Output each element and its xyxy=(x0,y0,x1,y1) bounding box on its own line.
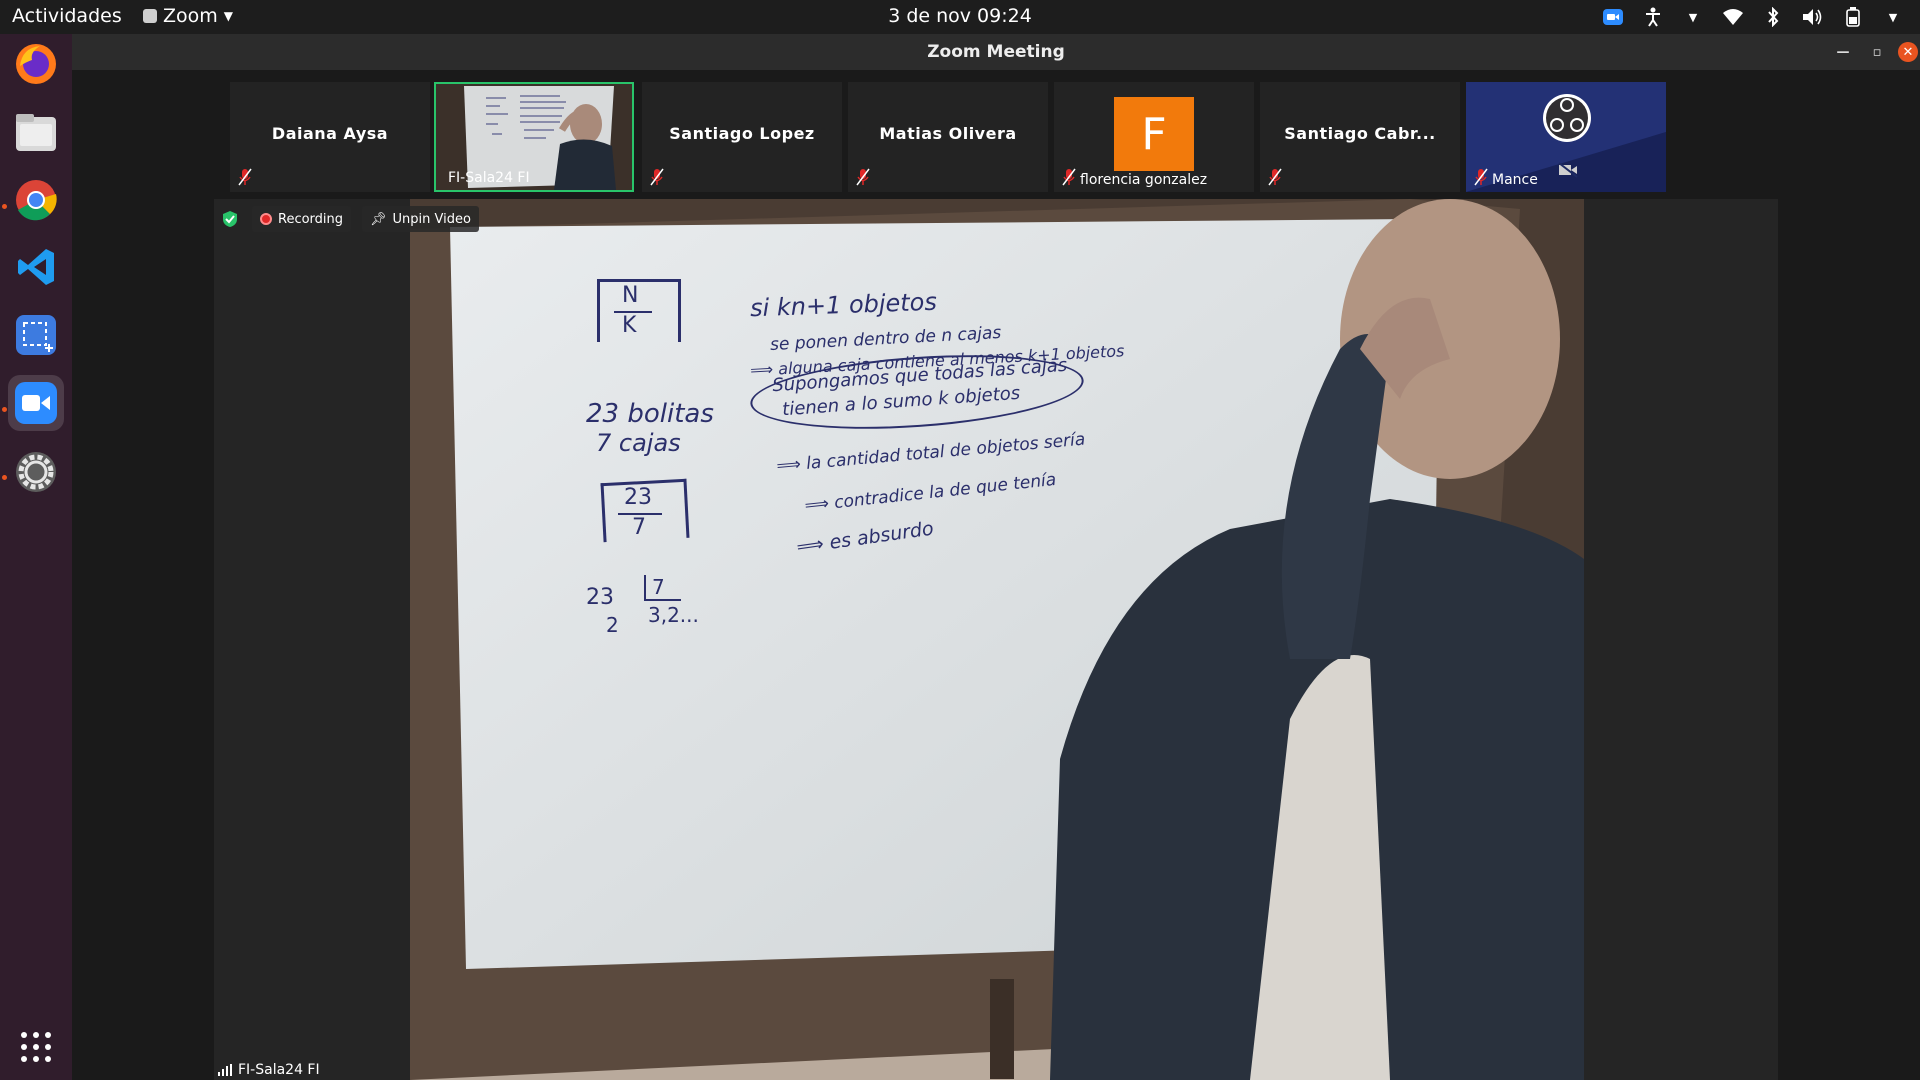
chevron-down-icon: ▼ xyxy=(223,9,234,23)
whiteboard-writing: N K si kn+1 objetos se ponen dentro de n… xyxy=(410,199,1584,1080)
mic-muted-icon xyxy=(650,168,664,186)
participant-name: Santiago Lopez xyxy=(669,124,815,143)
board-line-8: ⟹ es absurdo xyxy=(795,517,935,559)
participant-tile-selected[interactable]: FI-Sala24 FI xyxy=(434,82,634,192)
accessibility-icon[interactable] xyxy=(1642,6,1664,28)
mic-muted-icon xyxy=(1062,168,1076,186)
participant-name: florencia gonzalez xyxy=(1080,172,1208,188)
encryption-shield-icon[interactable] xyxy=(222,210,238,228)
speaker-label: FI-Sala24 FI xyxy=(218,1062,320,1078)
obs-logo-icon xyxy=(1543,94,1591,142)
participant-tile[interactable]: Santiago Cabr... xyxy=(1260,82,1460,192)
participant-name: Mance xyxy=(1492,172,1538,188)
zoom-tray-icon[interactable] xyxy=(1602,6,1624,28)
fraction-numerator: N xyxy=(622,283,639,308)
restore-icon[interactable]: ▫ xyxy=(1867,42,1887,62)
mic-muted-icon xyxy=(238,168,252,186)
close-icon[interactable]: ✕ xyxy=(1898,42,1918,62)
recording-indicator[interactable]: Recording xyxy=(252,206,352,232)
participant-name: Matias Olivera xyxy=(879,124,1017,143)
settings-icon[interactable] xyxy=(8,444,64,500)
chrome-icon[interactable] xyxy=(8,172,64,228)
board-line-6-text: la cantidad total de objetos sería xyxy=(805,429,1087,474)
chevron-down-icon[interactable]: ▼ xyxy=(1682,6,1704,28)
minimize-icon[interactable]: — xyxy=(1833,42,1853,62)
top-bar: Actividades Zoom ▼ 3 de nov 09:24 ▼ ▼ xyxy=(0,0,1920,34)
running-indicator xyxy=(2,475,7,480)
volume-icon[interactable] xyxy=(1802,6,1824,28)
battery-icon[interactable] xyxy=(1842,6,1864,28)
participant-tile[interactable]: Mance xyxy=(1466,82,1666,192)
pin-icon: 📌︎ xyxy=(370,211,387,227)
board-line-1: si kn+1 objetos xyxy=(749,287,938,323)
recording-dot-icon xyxy=(260,213,272,225)
system-tray: ▼ ▼ xyxy=(1602,0,1904,34)
running-indicator xyxy=(2,407,7,412)
video-off-icon xyxy=(1558,162,1578,178)
screenshot-tool-icon[interactable] xyxy=(8,307,64,363)
bluetooth-icon[interactable] xyxy=(1762,6,1784,28)
division-quotient: 3,2... xyxy=(648,603,699,627)
mic-muted-icon xyxy=(856,168,870,186)
fraction2-numerator: 23 xyxy=(624,485,652,510)
files-icon[interactable] xyxy=(8,104,64,160)
avatar: F xyxy=(1114,97,1194,171)
participant-tile[interactable]: F florencia gonzalez xyxy=(1054,82,1254,192)
participant-name: Santiago Cabr... xyxy=(1284,124,1436,143)
participant-tile[interactable]: Daiana Aysa xyxy=(230,82,430,192)
zoom-app-icon xyxy=(143,9,157,23)
board-line-7: ⟹ contradice la de que tenía xyxy=(803,469,1058,517)
participant-name: FI-Sala24 FI xyxy=(448,170,530,186)
firefox-icon[interactable] xyxy=(8,36,64,92)
activities-button[interactable]: Actividades xyxy=(12,5,122,27)
board-line-6: ⟹ la cantidad total de objetos sería xyxy=(775,429,1087,477)
show-applications-icon[interactable] xyxy=(8,1019,64,1075)
app-name: Zoom xyxy=(163,5,218,27)
signal-bars-icon xyxy=(218,1064,232,1076)
speaker-name: FI-Sala24 FI xyxy=(238,1062,320,1078)
mic-muted-icon xyxy=(1268,168,1282,186)
running-indicator xyxy=(2,204,7,209)
participant-tile[interactable]: Matias Olivera xyxy=(848,82,1048,192)
division-remainder: 2 xyxy=(606,613,619,637)
wifi-icon[interactable] xyxy=(1722,6,1744,28)
fraction2-denominator: 7 xyxy=(632,515,646,540)
vscode-icon[interactable] xyxy=(8,239,64,295)
division-divisor: 7 xyxy=(644,575,681,601)
board-line-8-text: es absurdo xyxy=(828,517,935,554)
mic-muted-icon xyxy=(1474,168,1488,186)
participant-name: Daiana Aysa xyxy=(271,124,389,143)
fraction-denominator: K xyxy=(622,313,637,338)
division-dividend: 23 xyxy=(586,585,614,610)
recording-label: Recording xyxy=(278,211,344,227)
chevron-down-icon[interactable]: ▼ xyxy=(1882,6,1904,28)
balls-text: 23 bolitas xyxy=(586,399,714,429)
app-menu[interactable]: Zoom ▼ xyxy=(143,5,233,27)
boxes-text: 7 cajas xyxy=(596,429,681,457)
participant-tile[interactable]: Santiago Lopez xyxy=(642,82,842,192)
clock[interactable]: 3 de nov 09:24 xyxy=(888,5,1032,27)
unpin-video-button[interactable]: 📌︎ Unpin Video xyxy=(362,206,479,232)
main-video[interactable]: N K si kn+1 objetos se ponen dentro de n… xyxy=(410,199,1584,1080)
unpin-label: Unpin Video xyxy=(392,211,471,227)
dock xyxy=(0,34,72,1080)
window-title-bar[interactable]: Zoom Meeting — ▫ ✕ xyxy=(72,34,1920,70)
zoom-icon[interactable] xyxy=(8,375,64,431)
board-line-7-text: contradice la de que tenía xyxy=(833,469,1058,514)
window-title: Zoom Meeting xyxy=(927,42,1065,62)
